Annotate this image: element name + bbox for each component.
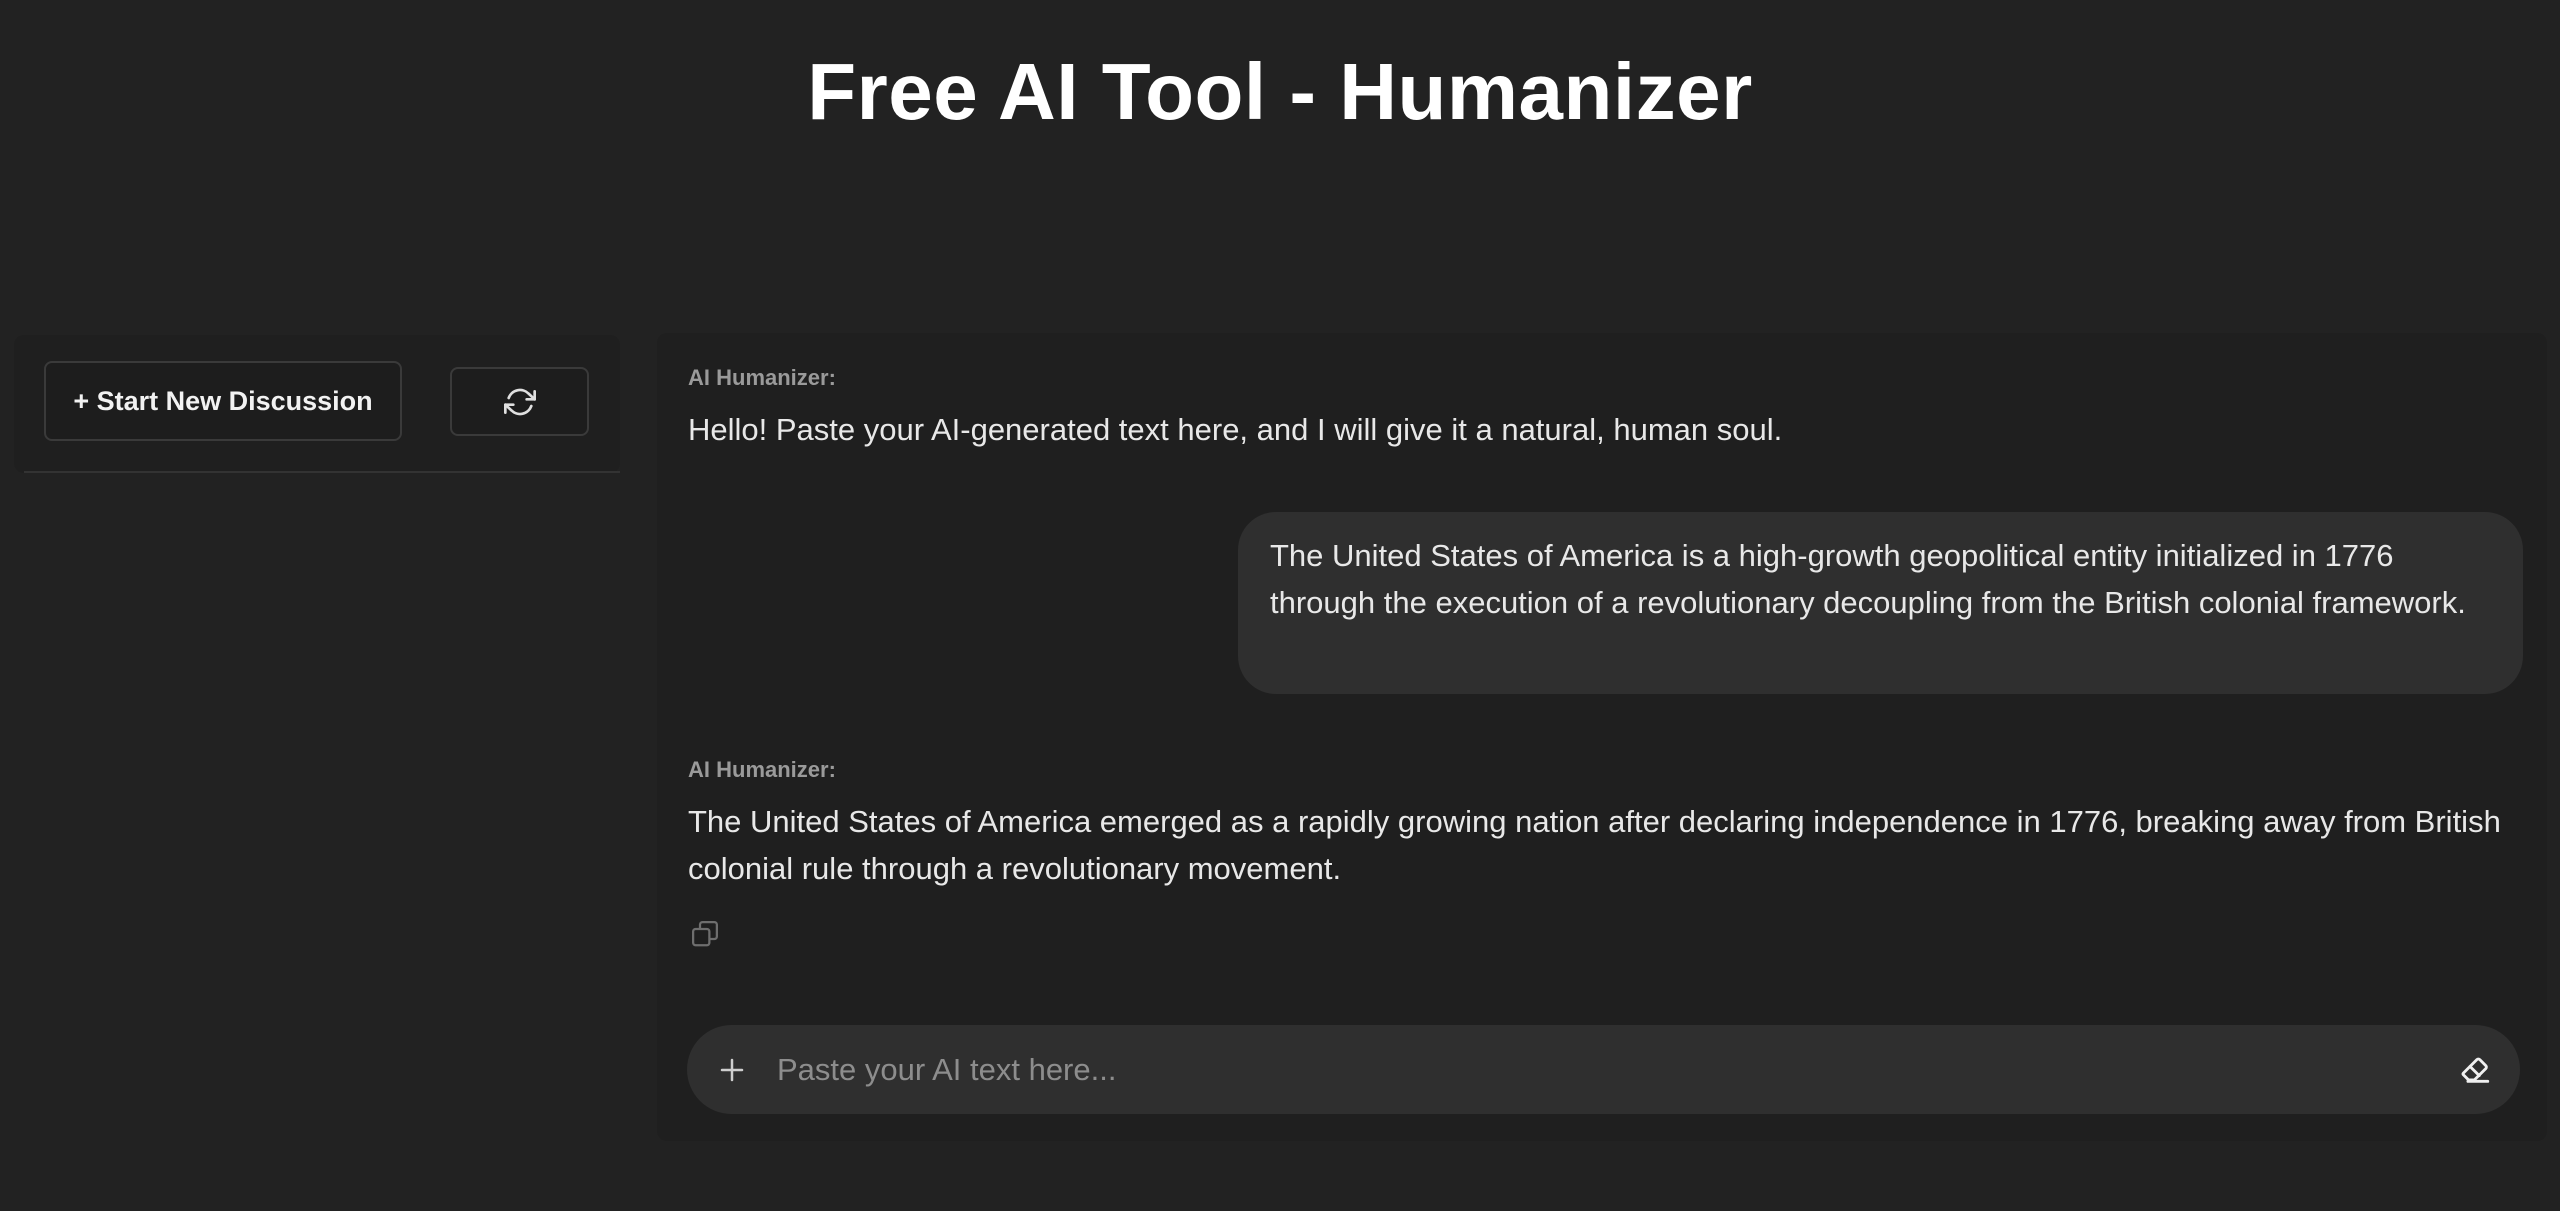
- message-sender-label: AI Humanizer:: [688, 365, 836, 390]
- eraser-icon: [2461, 1057, 2490, 1083]
- message-sender-label: AI Humanizer:: [688, 757, 836, 782]
- plus-icon: [720, 1058, 744, 1082]
- chat-panel: AI Humanizer: Hello! Paste your AI-gener…: [657, 333, 2547, 1141]
- page-title: Free AI Tool - Humanizer: [807, 47, 1753, 136]
- assistant-message-text: Hello! Paste your AI-generated text here…: [688, 412, 1783, 447]
- attach-button[interactable]: [707, 1045, 757, 1095]
- assistant-message-text: The United States of America emerged as …: [688, 804, 2501, 886]
- clear-input-button[interactable]: [2450, 1045, 2500, 1095]
- refresh-button[interactable]: [450, 367, 589, 436]
- user-message-bubble: The United States of America is a high-g…: [1238, 512, 2523, 694]
- copy-icon: [692, 921, 718, 947]
- ai-text-input[interactable]: [775, 1043, 2379, 1097]
- start-new-discussion-button[interactable]: + Start New Discussion: [44, 361, 402, 441]
- sidebar-divider: [24, 471, 620, 473]
- message-composer: [687, 1025, 2520, 1114]
- sidebar: + Start New Discussion: [14, 335, 620, 473]
- copy-button[interactable]: [688, 917, 722, 951]
- refresh-icon: [503, 388, 536, 415]
